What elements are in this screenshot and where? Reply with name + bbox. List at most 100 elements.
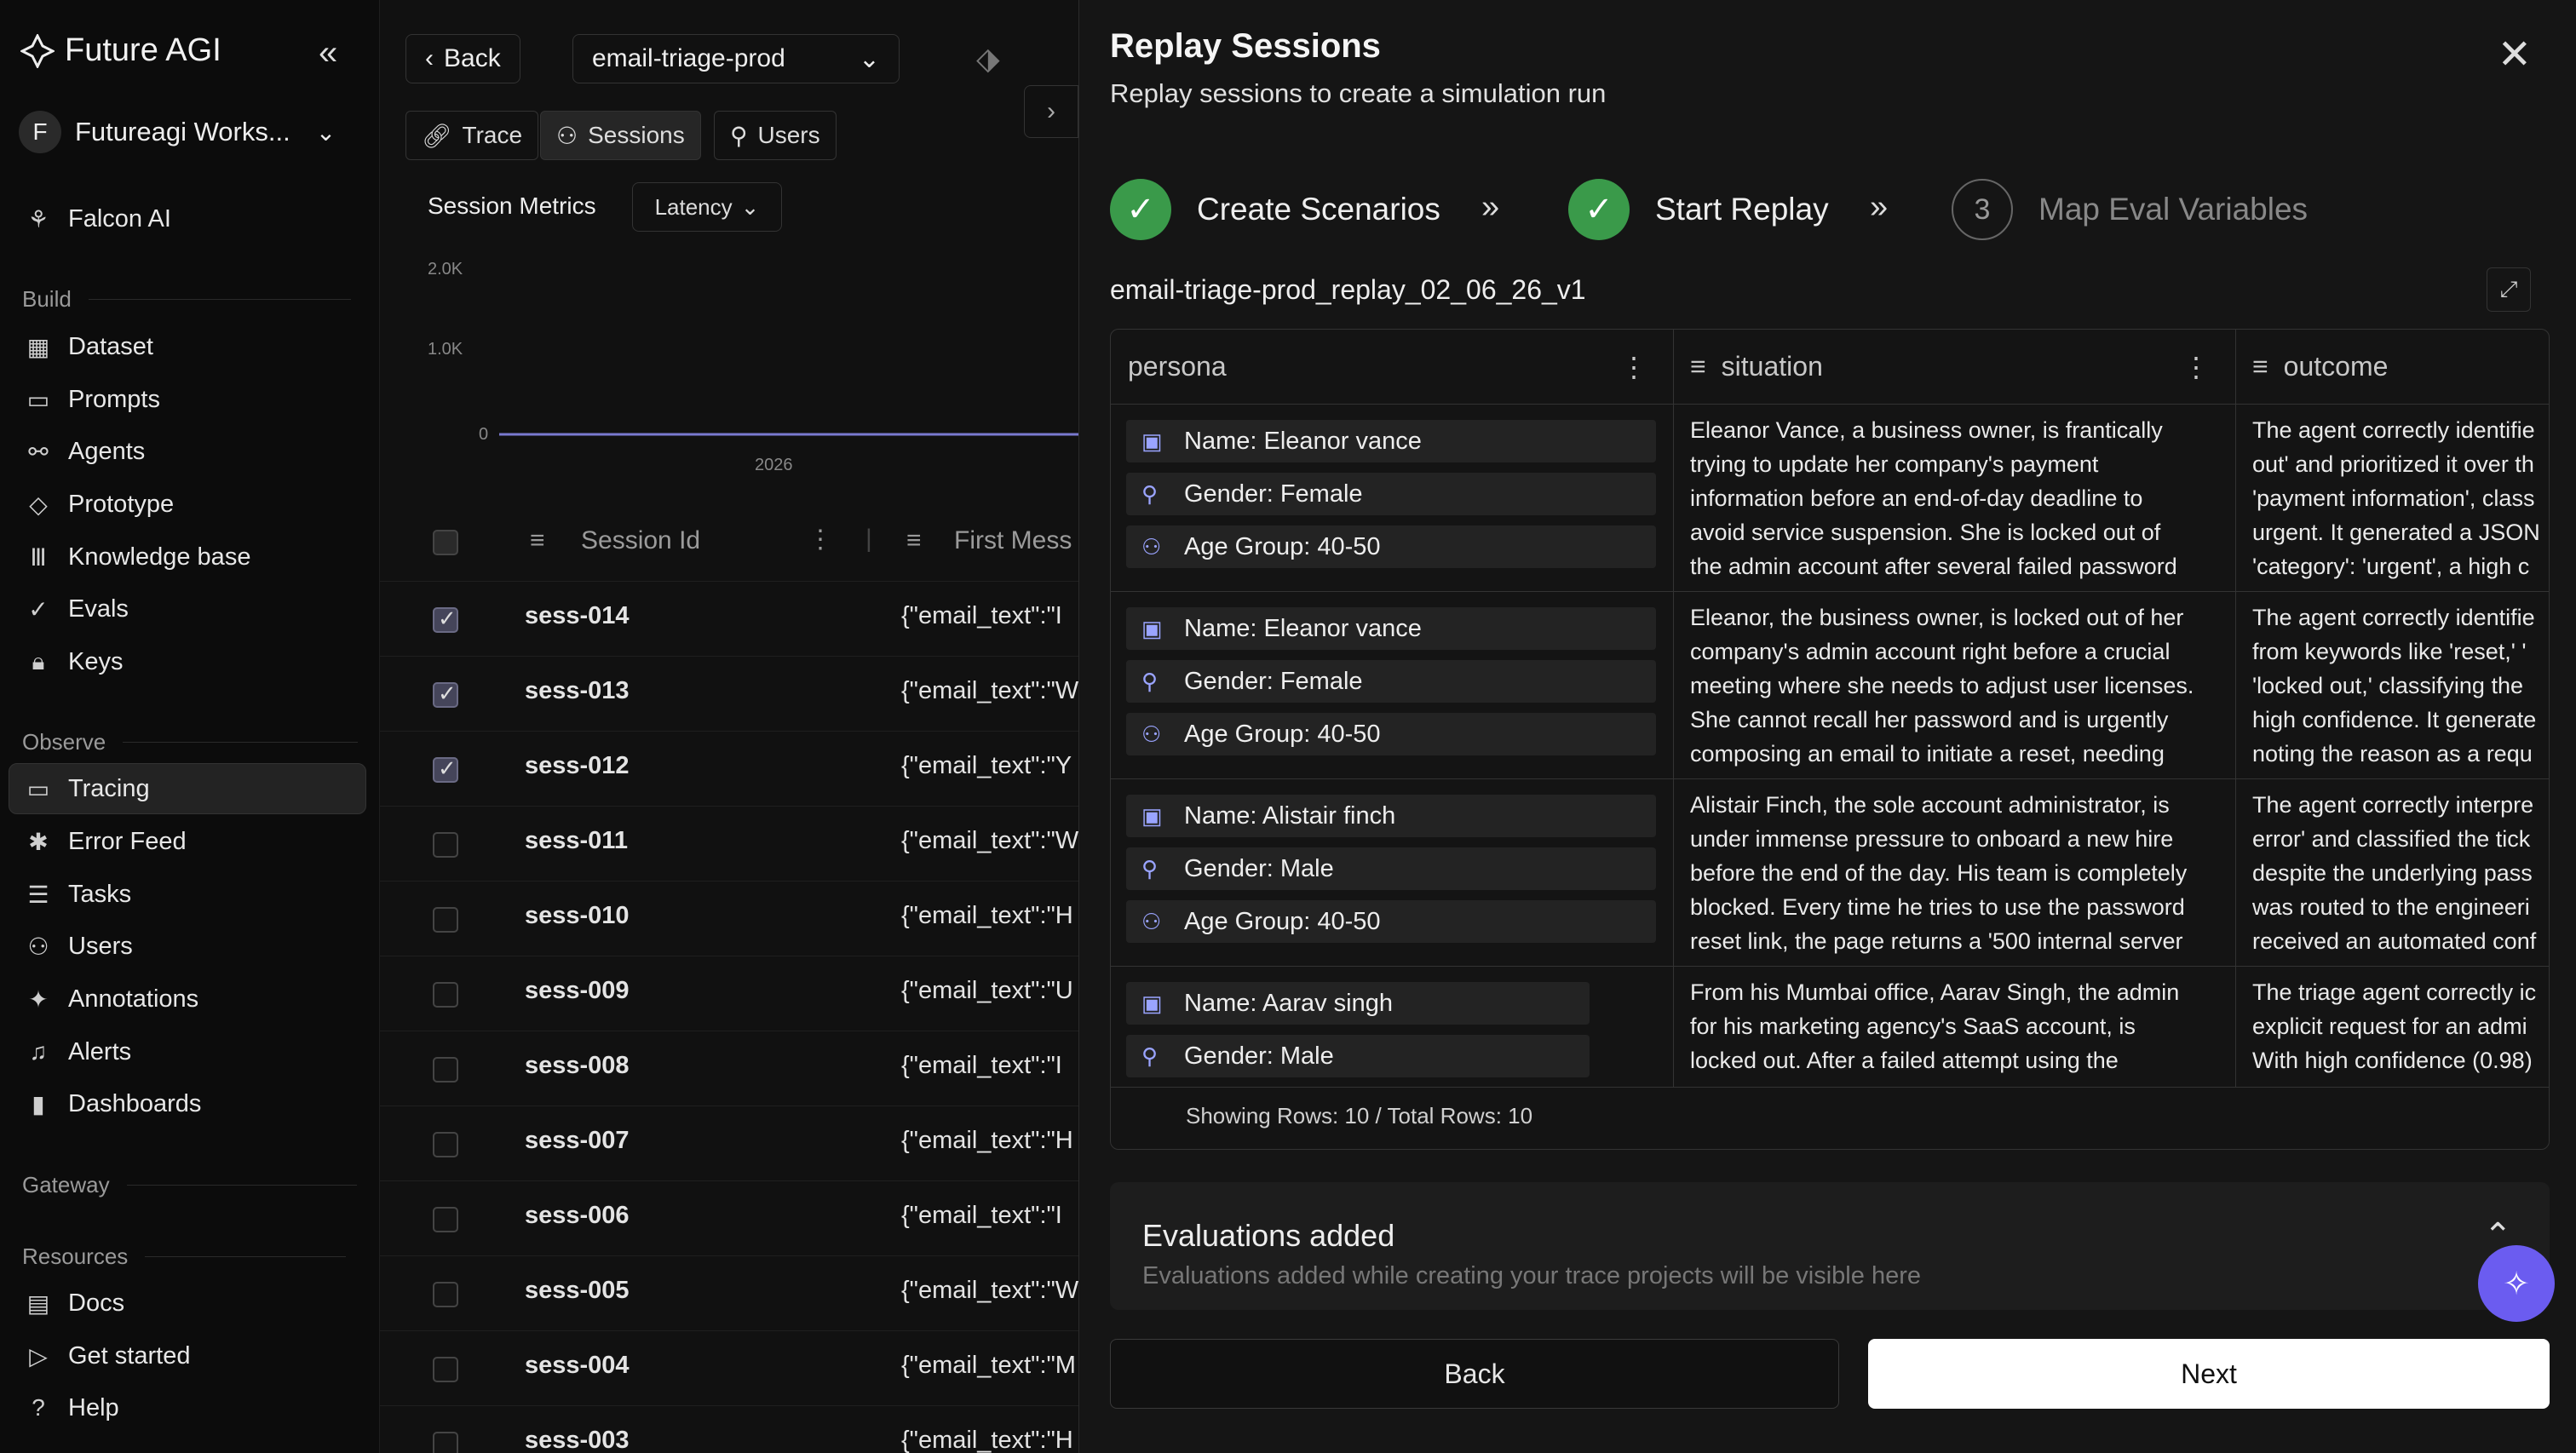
app-logo[interactable]: Future AGI [20, 32, 221, 69]
first-message: {"email_text":"H [901, 1127, 1073, 1154]
table-row[interactable]: sess-006 {"email_text":"I [380, 1180, 1078, 1255]
close-icon[interactable]: ✕ [2498, 31, 2532, 78]
list-icon: ☰ [27, 881, 49, 908]
col-outcome[interactable]: ≡ outcome [2235, 330, 2549, 405]
expand-icon[interactable]: ⤢ [2487, 267, 2531, 312]
tab-users[interactable]: ⚲ Users [714, 111, 837, 160]
persona-value: Gender: Female [1184, 667, 1363, 695]
persona-value: Gender: Male [1184, 854, 1334, 882]
table-row[interactable]: sess-008 {"email_text":"I [380, 1031, 1078, 1106]
x-tick: 2026 [755, 456, 793, 474]
workspace-switcher[interactable]: F Futureagi Works... ⌄ [19, 111, 336, 153]
row-checkbox[interactable] [433, 832, 458, 858]
sidebar-item-falcon-ai[interactable]: ⚘ Falcon AI [24, 198, 170, 240]
assistant-fab-icon[interactable]: ✧ [2478, 1245, 2555, 1322]
sidebar-item-get-started[interactable]: ▷ Get started [24, 1335, 190, 1377]
double-chevron-icon: » [1870, 189, 1889, 225]
sidebar-item-tasks[interactable]: ☰ Tasks [24, 873, 131, 916]
grid-row[interactable]: ▣ Name: Aarav singh ⚲ Gender: Male From his … [1111, 967, 2549, 1088]
row-checkbox[interactable] [433, 1357, 458, 1382]
outcome-text-line: 'payment information', class [2252, 485, 2535, 511]
column-menu-icon[interactable]: ⋮ [1620, 351, 1647, 383]
table-row[interactable]: sess-013 {"email_text":"W [380, 656, 1078, 731]
row-checkbox[interactable] [433, 1282, 458, 1307]
app-name: Future AGI [65, 32, 221, 68]
row-checkbox[interactable] [433, 1057, 458, 1083]
chevron-left-icon: ‹ [425, 44, 434, 72]
group-icon: ⚇ [1141, 908, 1162, 934]
tab-sessions[interactable]: ⚇ Sessions [540, 111, 701, 160]
tab-trace[interactable]: 🔗︎ Trace [405, 111, 539, 160]
col-persona[interactable]: persona ⋮ [1111, 330, 1673, 405]
row-checkbox[interactable] [433, 606, 458, 633]
grid-row[interactable]: ▣ Name: Alistair finch ⚲ Gender: Male ⚇ Age G… [1111, 779, 2549, 967]
table-row[interactable]: sess-003 {"email_text":"H [380, 1405, 1078, 1453]
situation-text-line: blocked. Every time he tries to use the … [1690, 894, 2185, 920]
collapse-sidebar-icon[interactable]: « [319, 34, 337, 72]
column-menu-icon[interactable]: ⋮ [808, 525, 833, 554]
section-observe: Observe [22, 729, 359, 755]
sidebar-item-alerts[interactable]: ♫ Alerts [24, 1031, 132, 1073]
col-situation[interactable]: ≡ situation ⋮ [1673, 330, 2235, 405]
back-button[interactable]: ‹ Back [405, 34, 520, 83]
grid-row[interactable]: ▣ Name: Eleanor vance ⚲ Gender: Female ⚇ Age … [1111, 592, 2549, 779]
situation-text-line: for his marketing agency's SaaS account,… [1690, 1014, 2136, 1039]
column-menu-icon[interactable]: ⋮ [2182, 351, 2210, 383]
tab-label: Users [757, 122, 820, 148]
table-row[interactable]: sess-011 {"email_text":"W [380, 806, 1078, 881]
sidebar-item-dashboards[interactable]: ▮ Dashboards [24, 1083, 201, 1125]
sidebar-item-prompts[interactable]: ▭ Prompts [24, 378, 160, 421]
check-icon: ✓ [1568, 179, 1630, 240]
sidebar-item-knowledge-base[interactable]: Ⅲ Knowledge base [24, 536, 250, 578]
link-icon: 🔗︎ [422, 122, 452, 149]
sidebar-item-help[interactable]: ? Help [24, 1387, 118, 1429]
row-checkbox[interactable] [433, 907, 458, 933]
sidebar-item-keys[interactable]: 🔒︎ Keys [24, 640, 124, 683]
sidebar-item-annotations[interactable]: ✦ Annotations [24, 978, 198, 1020]
evaluations-section[interactable]: Evaluations added Evaluations added whil… [1110, 1182, 2550, 1310]
grid-row[interactable]: ▣ Name: Eleanor vance ⚲ Gender: Female ⚇ Age … [1111, 405, 2549, 592]
table-row[interactable]: sess-009 {"email_text":"U [380, 956, 1078, 1031]
next-button[interactable]: Next [1868, 1339, 2550, 1409]
sidebar-item-agents[interactable]: ⚯ Agents [24, 430, 145, 473]
sidebar-item-label: Prompts [68, 385, 160, 413]
row-checkbox[interactable] [433, 681, 458, 708]
panel-back-button[interactable]: Back [1110, 1339, 1839, 1409]
sidebar-item-tracing[interactable]: ▭ Tracing [24, 767, 150, 810]
row-checkbox[interactable] [433, 982, 458, 1008]
text-icon: ≡ [2252, 351, 2268, 382]
sidebar-item-users[interactable]: ⚇ Users [24, 925, 132, 968]
table-row[interactable]: sess-010 {"email_text":"H [380, 881, 1078, 956]
tag-icon[interactable]: ⬗ [976, 41, 1000, 77]
sidebar-item-evals[interactable]: ✓ Evals [24, 588, 129, 630]
session-metrics-label: Session Metrics [428, 192, 596, 219]
row-checkbox[interactable] [433, 755, 458, 783]
row-checkbox[interactable] [433, 1207, 458, 1232]
situation-text-line: From his Mumbai office, Aarav Singh, the… [1690, 979, 2180, 1005]
bug-icon: ✱ [28, 828, 49, 855]
sidebar-item-docs[interactable]: ▤ Docs [24, 1282, 124, 1324]
session-metrics-chart: 2.0K 1.0K 0 2026 [428, 260, 1078, 474]
project-select[interactable]: email-triage-prod ⌄ [572, 34, 900, 83]
divider [126, 1185, 357, 1186]
session-id: sess-005 [525, 1277, 630, 1304]
col-first-message[interactable]: First Mess [954, 526, 1072, 555]
situation-text-line: reset link, the page returns a '500 inte… [1690, 928, 2183, 954]
expand-panel-icon[interactable]: › [1024, 85, 1078, 138]
table-row[interactable]: sess-014 {"email_text":"I [380, 581, 1078, 656]
select-all-checkbox[interactable] [433, 530, 458, 555]
table-row[interactable]: sess-004 {"email_text":"M [380, 1330, 1078, 1405]
table-row[interactable]: sess-005 {"email_text":"W [380, 1255, 1078, 1330]
sidebar-item-prototype[interactable]: ◇ Prototype [24, 483, 174, 525]
metric-select[interactable]: Latency ⌄ [632, 182, 782, 232]
sidebar-item-error-feed[interactable]: ✱ Error Feed [24, 820, 186, 863]
row-checkbox[interactable] [433, 1132, 458, 1157]
row-checkbox[interactable] [433, 1432, 458, 1453]
monitor-icon: ▭ [26, 775, 50, 802]
metric-select-value: Latency [654, 193, 733, 220]
table-row[interactable]: sess-012 {"email_text":"Y [380, 731, 1078, 806]
col-session-id[interactable]: Session Id [581, 526, 700, 555]
sidebar-item-dataset[interactable]: ▦ Dataset [24, 325, 153, 368]
bell-icon: ♫ [29, 1038, 48, 1065]
table-row[interactable]: sess-007 {"email_text":"H [380, 1106, 1078, 1180]
